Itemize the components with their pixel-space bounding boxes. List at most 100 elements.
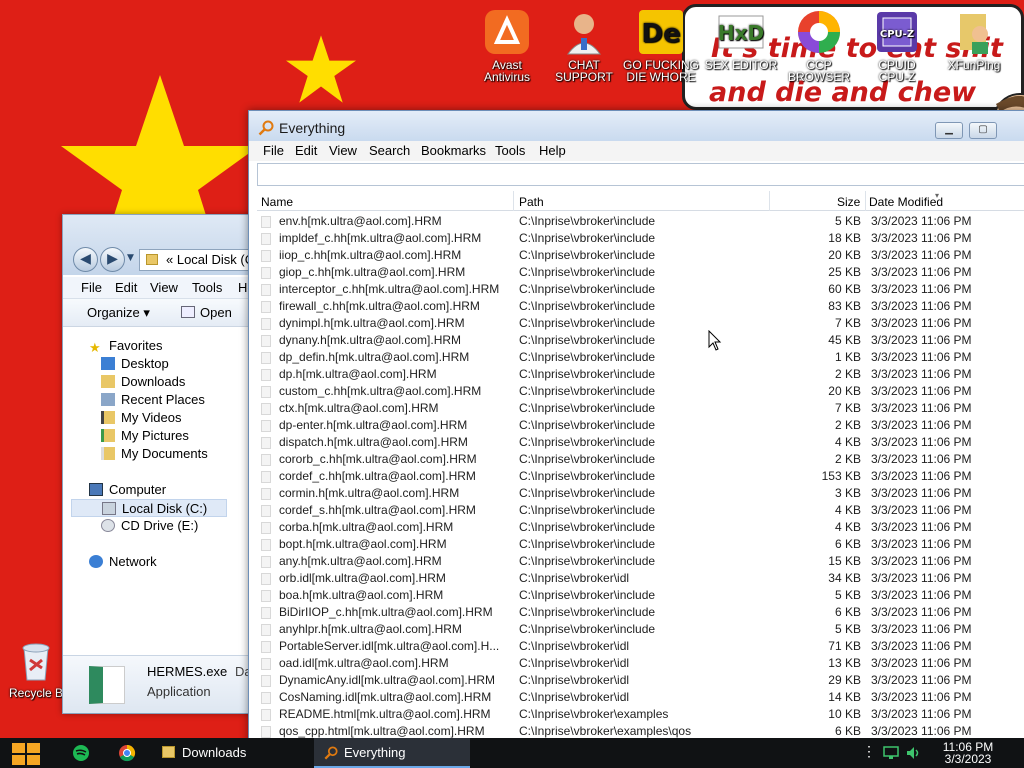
organize-button[interactable]: Organize ▾ <box>87 305 150 321</box>
column-header-size[interactable]: Size <box>837 195 860 209</box>
desktop-icon-avast[interactable]: Avast Antivirus <box>469 8 545 83</box>
volume-tray-icon[interactable] <box>906 746 922 760</box>
tree-item-my-pictures[interactable]: My Pictures <box>101 427 189 445</box>
result-row[interactable]: interceptor_c.hh[mk.ultra@aol.com].HRM C:… <box>257 281 1024 298</box>
results-list[interactable]: env.h[mk.ultra@aol.com].HRM C:\Inprise\vb… <box>257 213 1024 741</box>
result-row[interactable]: dynany.h[mk.ultra@aol.com].HRM C:\Inprise… <box>257 332 1024 349</box>
desktop-icon-die[interactable]: De GO FUCKING DIE WHORE <box>623 8 699 83</box>
column-header-name[interactable]: Name <box>261 195 293 209</box>
result-row[interactable]: iiop_c.hh[mk.ultra@aol.com].HRM C:\Inpris… <box>257 247 1024 264</box>
desktop-icon-ccp-browser[interactable]: CCP BROWSER <box>781 8 857 83</box>
menu-help[interactable]: Help <box>539 143 566 158</box>
taskbar-task-everything[interactable]: Everything <box>314 738 470 768</box>
menu-search[interactable]: Search <box>369 143 410 158</box>
result-row[interactable]: PortableServer.idl[mk.ultra@aol.com].H..… <box>257 638 1024 655</box>
result-name: cormin.h[mk.ultra@aol.com].HRM <box>279 486 460 500</box>
svg-text:CPU-Z: CPU-Z <box>880 29 914 40</box>
column-header-date[interactable]: Date Modified <box>869 195 943 209</box>
desktop-icon-chat-support[interactable]: CHAT SUPPORT <box>546 8 622 83</box>
cpu-z-icon: CPU-Z <box>873 8 921 56</box>
back-button[interactable]: ◀ <box>73 247 98 272</box>
tree-item-downloads[interactable]: Downloads <box>101 373 185 391</box>
result-row[interactable]: giop_c.hh[mk.ultra@aol.com].HRM C:\Inpris… <box>257 264 1024 281</box>
column-header-path[interactable]: Path <box>519 195 544 209</box>
result-row[interactable]: DynamicAny.idl[mk.ultra@aol.com].HRM C:\I… <box>257 672 1024 689</box>
minimize-button[interactable]: ▁ <box>935 122 963 139</box>
result-row[interactable]: firewall_c.hh[mk.ultra@aol.com].HRM C:\In… <box>257 298 1024 315</box>
result-name: custom_c.hh[mk.ultra@aol.com].HRM <box>279 384 482 398</box>
taskbar-clock[interactable]: 11:06 PM 3/3/2023 <box>938 741 998 765</box>
maximize-button[interactable]: ▢ <box>969 122 997 139</box>
result-row[interactable]: bopt.h[mk.ultra@aol.com].HRM C:\Inprise\v… <box>257 536 1024 553</box>
everything-titlebar[interactable]: Everything ▁ ▢ <box>249 111 1024 141</box>
menu-view[interactable]: View <box>150 280 178 295</box>
everything-window[interactable]: Everything ▁ ▢ File Edit View Search Boo… <box>248 110 1024 750</box>
menu-view[interactable]: View <box>329 143 357 158</box>
address-bar[interactable]: « Local Disk (C <box>139 249 261 271</box>
taskbar-chrome-icon[interactable] <box>114 740 140 766</box>
result-date: 3/3/2023 11:06 PM <box>871 469 972 483</box>
result-row[interactable]: CosNaming.idl[mk.ultra@aol.com].HRM C:\In… <box>257 689 1024 706</box>
result-row[interactable]: env.h[mk.ultra@aol.com].HRM C:\Inprise\vb… <box>257 213 1024 230</box>
forward-button[interactable]: ▶ <box>100 247 125 272</box>
start-button-windows-icon[interactable] <box>10 742 42 766</box>
tree-item-network[interactable]: Network <box>89 553 157 571</box>
tree-item-recent-places[interactable]: Recent Places <box>101 391 205 409</box>
tree-item-computer[interactable]: Computer <box>89 481 166 499</box>
menu-tools[interactable]: Tools <box>192 280 222 295</box>
result-row[interactable]: oad.idl[mk.ultra@aol.com].HRM C:\Inprise\… <box>257 655 1024 672</box>
column-divider[interactable] <box>513 191 514 211</box>
result-row[interactable]: dp.h[mk.ultra@aol.com].HRM C:\Inprise\vbr… <box>257 366 1024 383</box>
open-button[interactable]: Open <box>200 305 232 320</box>
tree-item-my-videos[interactable]: My Videos <box>101 409 181 427</box>
tree-item-my-documents[interactable]: My Documents <box>101 445 208 463</box>
result-row[interactable]: cororb_c.hh[mk.ultra@aol.com].HRM C:\Inpr… <box>257 451 1024 468</box>
tree-item-local-disk[interactable]: Local Disk (C:) <box>71 499 227 517</box>
result-row[interactable]: boa.h[mk.ultra@aol.com].HRM C:\Inprise\vb… <box>257 587 1024 604</box>
computer-icon <box>89 483 103 496</box>
result-row[interactable]: impldef_c.hh[mk.ultra@aol.com].HRM C:\Inp… <box>257 230 1024 247</box>
result-row[interactable]: cordef_c.hh[mk.ultra@aol.com].HRM C:\Inpr… <box>257 468 1024 485</box>
desktop-icon-xfunping[interactable]: XFunPing <box>936 8 1012 71</box>
taskbar-spotify-icon[interactable] <box>68 740 94 766</box>
menu-file[interactable]: File <box>263 143 284 158</box>
result-row[interactable]: ctx.h[mk.ultra@aol.com].HRM C:\Inprise\vb… <box>257 400 1024 417</box>
menu-file[interactable]: File <box>81 280 102 295</box>
column-divider[interactable] <box>865 191 866 211</box>
result-row[interactable]: anyhlpr.h[mk.ultra@aol.com].HRM C:\Inpris… <box>257 621 1024 638</box>
result-row[interactable]: dispatch.h[mk.ultra@aol.com].HRM C:\Inpri… <box>257 434 1024 451</box>
tree-item-favorites[interactable]: ★ Favorites <box>89 337 162 355</box>
menu-edit[interactable]: Edit <box>295 143 317 158</box>
desktop-icon-hex-editor[interactable]: HxD SEX EDITOR <box>703 8 779 71</box>
result-row[interactable]: orb.idl[mk.ultra@aol.com].HRM C:\Inprise\… <box>257 570 1024 587</box>
result-row[interactable]: BiDirIIOP_c.hh[mk.ultra@aol.com].HRM C:\I… <box>257 604 1024 621</box>
menu-tools[interactable]: Tools <box>495 143 525 158</box>
result-row[interactable]: dynimpl.h[mk.ultra@aol.com].HRM C:\Inpris… <box>257 315 1024 332</box>
result-size: 13 KB <box>828 656 861 670</box>
network-tray-icon[interactable] <box>882 746 900 760</box>
menu-bookmarks[interactable]: Bookmarks <box>421 143 486 158</box>
result-row[interactable]: cormin.h[mk.ultra@aol.com].HRM C:\Inprise… <box>257 485 1024 502</box>
result-name: impldef_c.hh[mk.ultra@aol.com].HRM <box>279 231 482 245</box>
column-divider[interactable] <box>769 191 770 211</box>
result-size: 3 KB <box>834 486 861 500</box>
result-row[interactable]: dp_defin.h[mk.ultra@aol.com].HRM C:\Inpri… <box>257 349 1024 366</box>
result-row[interactable]: any.h[mk.ultra@aol.com].HRM C:\Inprise\vb… <box>257 553 1024 570</box>
result-row[interactable]: cordef_s.hh[mk.ultra@aol.com].HRM C:\Inpr… <box>257 502 1024 519</box>
taskbar-task-downloads[interactable]: Downloads <box>152 738 310 768</box>
tray-overflow-icon[interactable]: ⋮ <box>862 743 876 760</box>
tree-item-desktop[interactable]: Desktop <box>101 355 169 373</box>
result-name: bopt.h[mk.ultra@aol.com].HRM <box>279 537 447 551</box>
search-input[interactable] <box>257 163 1024 186</box>
result-row[interactable]: custom_c.hh[mk.ultra@aol.com].HRM C:\Inpr… <box>257 383 1024 400</box>
result-row[interactable]: dp-enter.h[mk.ultra@aol.com].HRM C:\Inpri… <box>257 417 1024 434</box>
tree-item-cd-drive[interactable]: CD Drive (E:) <box>101 517 198 535</box>
history-dropdown-icon[interactable]: ▼ <box>127 253 134 263</box>
result-row[interactable]: README.html[mk.ultra@aol.com].HRM C:\Inpr… <box>257 706 1024 723</box>
result-row[interactable]: corba.h[mk.ultra@aol.com].HRM C:\Inprise\… <box>257 519 1024 536</box>
result-size: 10 KB <box>828 707 861 721</box>
desktop-icon-cpu-z[interactable]: CPU-Z CPUID CPU-Z <box>859 8 935 83</box>
mouse-cursor-icon <box>708 330 722 351</box>
explorer-window[interactable]: ◀ ▶ ▼ « Local Disk (C File Edit View Too… <box>62 214 262 714</box>
menu-edit[interactable]: Edit <box>115 280 137 295</box>
